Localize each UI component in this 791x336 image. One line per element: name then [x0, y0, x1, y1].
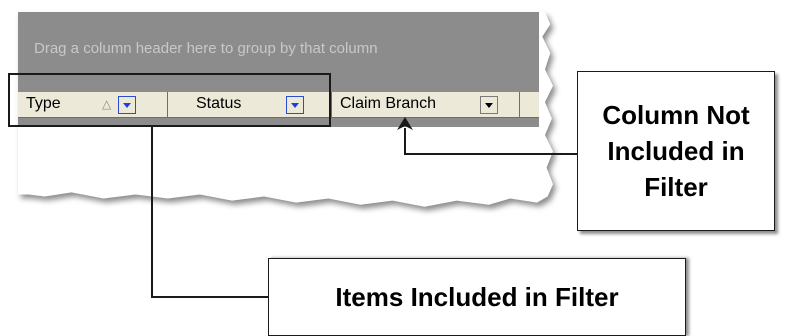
included-connector-vertical	[151, 127, 153, 297]
callout-column-not-included: Column Not Included in Filter	[577, 71, 775, 231]
not-included-connector-horizontal	[404, 153, 578, 155]
callout-items-included: Items Included in Filter	[268, 258, 686, 336]
callout-line: Column Not	[602, 100, 750, 130]
callout-line: Included in	[607, 136, 745, 166]
arrow-up-icon	[397, 117, 413, 130]
group-by-hint: Drag a column header here to group by th…	[34, 40, 378, 57]
callout-text: Items Included in Filter	[335, 282, 619, 312]
column-header-claim-branch[interactable]: Claim Branch	[332, 92, 520, 118]
column-label-claim-branch: Claim Branch	[340, 95, 437, 112]
included-connector-horizontal	[151, 296, 269, 298]
chevron-down-icon	[485, 103, 493, 108]
callout-line: Filter	[644, 172, 708, 202]
included-columns-highlight	[8, 73, 331, 127]
column-header-partial[interactable]	[520, 92, 539, 118]
not-included-connector-vertical	[404, 128, 406, 154]
filter-dropdown-claim-branch[interactable]	[480, 96, 498, 114]
